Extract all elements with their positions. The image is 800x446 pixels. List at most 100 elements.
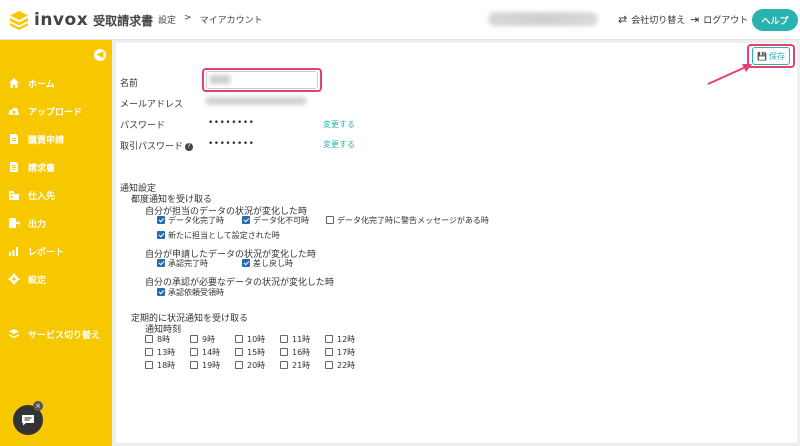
checkbox-hour-11[interactable]: [280, 335, 288, 343]
sidebar-item-service-switch[interactable]: サービス切り替え: [0, 324, 112, 344]
change-trade-password-link[interactable]: 変更する: [323, 139, 355, 150]
checkbox-hour-19[interactable]: [190, 361, 198, 369]
checkbox-hour-22[interactable]: [325, 361, 333, 369]
label-hour-11: 11時: [292, 335, 311, 344]
user-name-blurred: [488, 12, 598, 26]
app-subtitle: 受取請求書: [93, 13, 154, 28]
name-highlight-box: [202, 68, 322, 92]
logout-label: ログアウト: [703, 16, 749, 26]
label-hour-17: 17時: [337, 348, 356, 357]
logout-icon: ⇥: [690, 13, 700, 26]
sidebar-item-export[interactable]: 出力: [0, 213, 112, 233]
invoice-icon: [10, 162, 18, 172]
trade-password-label: 取引パスワード: [120, 142, 184, 152]
checkbox-hour-18[interactable]: [145, 361, 153, 369]
chat-close-icon[interactable]: ×: [33, 401, 43, 411]
breadcrumb-my-account: マイアカウント: [199, 16, 263, 26]
sidebar-item-upload[interactable]: アップロード: [0, 101, 112, 121]
chat-icon: [22, 415, 34, 426]
label-hour-20: 20時: [247, 361, 266, 370]
breadcrumb-separator: >: [184, 13, 192, 23]
label-hour-22: 22時: [337, 361, 356, 370]
app-name: invox: [34, 10, 89, 30]
checkbox-data-fail[interactable]: [242, 216, 250, 224]
sidebar-item-report[interactable]: レポート: [0, 241, 112, 261]
sidebar: ◀ ホーム アップロード 購買申請 請求書 仕入先 出力 レポート 設定 サービ…: [0, 40, 112, 446]
label-hour-21: 21時: [292, 361, 311, 370]
checkbox-sent-back[interactable]: [242, 259, 250, 267]
checkbox-data-complete[interactable]: [157, 216, 165, 224]
label-hour-9: 9時: [202, 335, 216, 344]
label-hour-19: 19時: [202, 361, 221, 370]
label-approval-request: 承認依頼受領時: [168, 288, 224, 297]
sidebar-label-purchase-request: 購買申請: [28, 135, 65, 146]
checkbox-hour-8[interactable]: [145, 335, 153, 343]
sidebar-label-upload: アップロード: [28, 107, 83, 118]
checkbox-approval-request[interactable]: [157, 288, 165, 296]
label-hour-15: 15時: [247, 348, 266, 357]
email-label: メールアドレス: [120, 100, 184, 110]
checkbox-approval-complete[interactable]: [157, 259, 165, 267]
label-data-fail: データ化不可時: [253, 216, 309, 225]
name-label: 名前: [120, 79, 139, 89]
label-hour-8: 8時: [157, 335, 171, 344]
logout-link[interactable]: ⇥ ログアウト: [690, 13, 748, 26]
label-new-assignee: 新たに担当として設定された時: [168, 231, 280, 240]
breadcrumb-settings[interactable]: 設定: [158, 13, 176, 26]
label-data-warning: データ化完了時に警告メッセージがある時: [337, 216, 489, 225]
top-header: invox 受取請求書 設定 > マイアカウント ⇄ 会社切り替え ⇥ ログアウ…: [0, 0, 800, 40]
checkbox-hour-9[interactable]: [190, 335, 198, 343]
app-logo[interactable]: invox 受取請求書: [8, 9, 153, 31]
label-data-complete: データ化完了時: [168, 216, 224, 225]
home-icon: [9, 78, 19, 88]
trade-password-value: ••••••••: [208, 139, 255, 149]
checkbox-hour-21[interactable]: [280, 361, 288, 369]
password-label: パスワード: [120, 121, 166, 131]
document-icon: [10, 134, 18, 144]
sidebar-label-suppliers: 仕入先: [28, 191, 56, 202]
trade-password-label-wrap: 取引パスワード?: [120, 139, 194, 152]
email-value-blurred: [206, 97, 306, 105]
checkbox-hour-10[interactable]: [235, 335, 243, 343]
sidebar-item-settings[interactable]: 設定: [0, 269, 112, 289]
password-value: ••••••••: [208, 118, 255, 128]
label-hour-13: 13時: [157, 348, 176, 357]
checkbox-data-warning[interactable]: [326, 216, 334, 224]
sidebar-label-export: 出力: [28, 219, 47, 230]
company-switch-label: 会社切り替え: [631, 16, 686, 26]
checkbox-new-assignee[interactable]: [157, 231, 165, 239]
sidebar-label-invoices: 請求書: [28, 163, 56, 174]
swap-icon: ⇄: [618, 13, 628, 26]
collapse-sidebar-icon[interactable]: ◀: [94, 49, 106, 61]
label-hour-16: 16時: [292, 348, 311, 357]
checkbox-hour-15[interactable]: [235, 348, 243, 356]
help-icon[interactable]: ?: [185, 142, 194, 151]
sidebar-item-invoices[interactable]: 請求書: [0, 157, 112, 177]
export-icon: [9, 218, 20, 228]
label-hour-10: 10時: [247, 335, 266, 344]
company-switch-link[interactable]: ⇄ 会社切り替え: [618, 13, 685, 26]
label-hour-18: 18時: [157, 361, 176, 370]
label-hour-12: 12時: [337, 335, 356, 344]
sidebar-label-home: ホーム: [28, 79, 55, 90]
checkbox-hour-12[interactable]: [325, 335, 333, 343]
breadcrumb: 設定 > マイアカウント: [158, 13, 263, 26]
annotation-arrow: [707, 64, 752, 85]
sidebar-item-home[interactable]: ホーム: [0, 73, 112, 93]
checkbox-hour-17[interactable]: [325, 348, 333, 356]
help-button[interactable]: ヘルプ: [752, 9, 798, 31]
checkbox-hour-20[interactable]: [235, 361, 243, 369]
change-password-link[interactable]: 変更する: [323, 119, 355, 130]
sidebar-item-suppliers[interactable]: 仕入先: [0, 185, 112, 205]
checkbox-hour-16[interactable]: [280, 348, 288, 356]
checkbox-hour-14[interactable]: [190, 348, 198, 356]
gear-icon: [8, 273, 20, 285]
logo-icon: [10, 11, 28, 30]
sidebar-item-purchase-request[interactable]: 購買申請: [0, 129, 112, 149]
chart-icon: [9, 247, 18, 256]
label-approval-complete: 承認完了時: [168, 259, 208, 268]
upload-icon: [8, 107, 19, 115]
label-sent-back: 差し戻し時: [253, 259, 293, 268]
sidebar-label-settings: 設定: [28, 275, 47, 286]
checkbox-hour-13[interactable]: [145, 348, 153, 356]
